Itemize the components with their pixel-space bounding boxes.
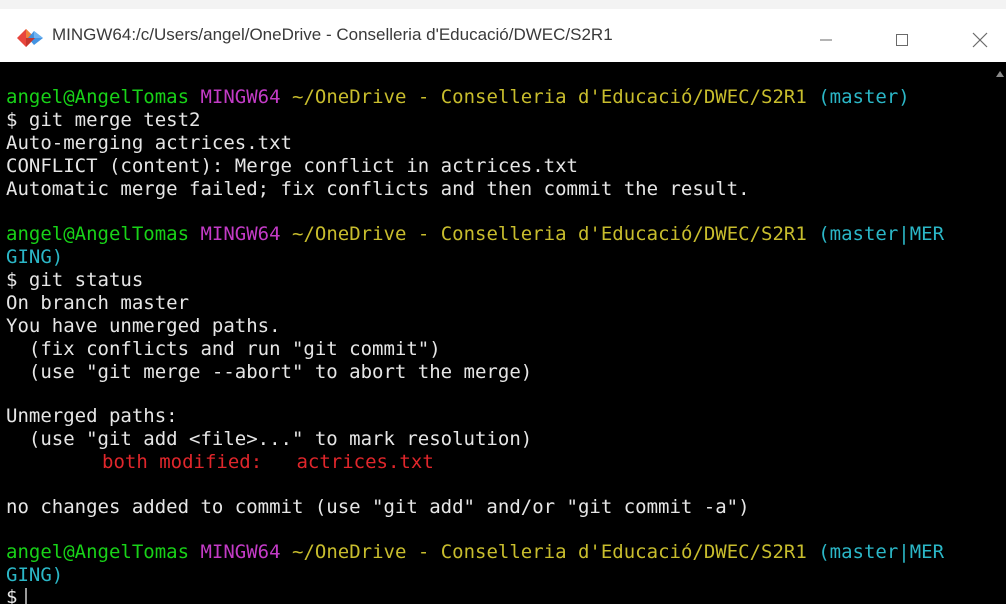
prompt-user: angel@AngelTomas [6, 223, 190, 245]
scroll-up-arrow-icon[interactable] [995, 66, 1005, 84]
minimize-button[interactable] [796, 18, 856, 62]
conflict-file: actrices.txt [296, 451, 434, 473]
output-line: (fix conflicts and run "git commit") [6, 338, 441, 360]
output-line: no changes added to commit (use "git add… [6, 496, 750, 518]
output-line: On branch master [6, 292, 190, 314]
prompt-branch: (master|MER [818, 223, 945, 245]
prompt-line: angel@AngelTomas MINGW64 ~/OneDrive - Co… [6, 541, 944, 564]
maximize-button[interactable] [872, 18, 932, 62]
command-line: $ git merge test2 [6, 109, 201, 131]
prompt-path: ~/OneDrive - Conselleria d'Educació/DWEC… [292, 541, 807, 563]
command-line: $ git status [6, 269, 144, 291]
terminal-output[interactable]: angel@AngelTomas MINGW64 ~/OneDrive - Co… [0, 62, 994, 604]
prompt-line: angel@AngelTomas MINGW64 ~/OneDrive - Co… [6, 86, 910, 109]
git-bash-diamond-icon [16, 28, 44, 48]
window-title: MINGW64:/c/Users/angel/OneDrive - Consel… [52, 25, 613, 44]
scrollbar[interactable] [994, 62, 1006, 604]
prompt-shell: MINGW64 [200, 541, 281, 563]
prompt-branch: (master) [818, 86, 910, 108]
title-bar[interactable]: MINGW64:/c/Users/angel/OneDrive - Consel… [0, 0, 1006, 62]
command-prompt: $ [6, 586, 18, 604]
prompt-line: angel@AngelTomas MINGW64 ~/OneDrive - Co… [6, 223, 944, 246]
output-line: (use "git merge --abort" to abort the me… [6, 361, 533, 383]
conflict-label: both modified: [102, 451, 263, 473]
minimize-icon [819, 33, 833, 47]
prompt-branch: (master|MER [818, 541, 945, 563]
conflict-line: both modified: actrices.txt [102, 451, 434, 474]
terminal-window: MINGW64:/c/Users/angel/OneDrive - Consel… [0, 0, 1006, 604]
prompt-user: angel@AngelTomas [6, 86, 190, 108]
prompt-branch-wrap: GING) [6, 246, 64, 268]
prompt-branch-wrap: GING) [6, 564, 64, 586]
close-button[interactable] [950, 18, 1006, 62]
maximize-icon [895, 33, 909, 47]
output-line: You have unmerged paths. [6, 315, 281, 337]
output-line: (use "git add <file>..." to mark resolut… [6, 428, 533, 450]
prompt-path: ~/OneDrive - Conselleria d'Educació/DWEC… [292, 86, 807, 108]
output-line: Unmerged paths: [6, 405, 178, 427]
output-line: CONFLICT (content): Merge conflict in ac… [6, 155, 578, 177]
prompt-shell: MINGW64 [200, 223, 281, 245]
prompt-user: angel@AngelTomas [6, 541, 190, 563]
close-icon [972, 32, 988, 48]
prompt-shell: MINGW64 [200, 86, 281, 108]
output-line: Auto-merging actrices.txt [6, 132, 292, 154]
prompt-path: ~/OneDrive - Conselleria d'Educació/DWEC… [292, 223, 807, 245]
input-line[interactable]: $ [6, 586, 28, 604]
output-line: Automatic merge failed; fix conflicts an… [6, 178, 750, 200]
text-cursor [25, 588, 28, 604]
